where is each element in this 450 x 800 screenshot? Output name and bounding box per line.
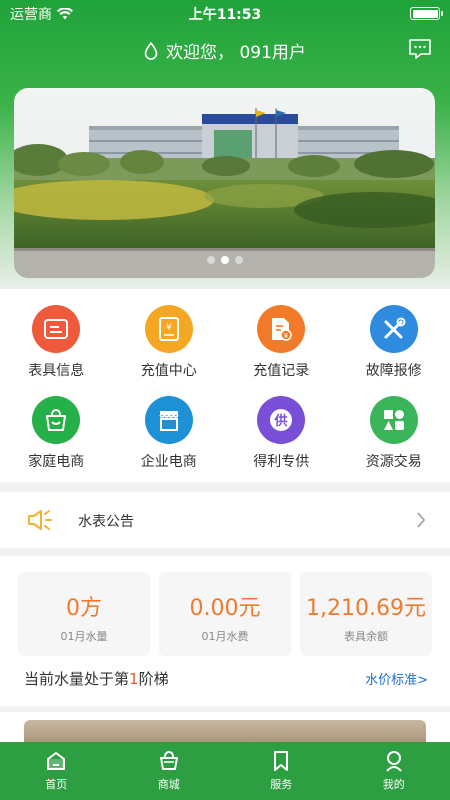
- svg-text:¥: ¥: [166, 323, 172, 333]
- carousel-dot[interactable]: [234, 256, 243, 264]
- tab-label: 服务: [270, 778, 293, 791]
- grid-item-meter-info[interactable]: 表具信息: [0, 305, 113, 380]
- svg-text:供: 供: [274, 413, 288, 429]
- meter-info-icon: [32, 305, 81, 353]
- grid-label: 故障报修: [365, 363, 422, 379]
- bookmark-icon: [274, 751, 289, 771]
- grid-item-resource-trade[interactable]: 资源交易: [338, 396, 450, 471]
- grid-item-special-supply[interactable]: 供 得利专供: [225, 396, 338, 471]
- water-price-standard-link[interactable]: 水价标准>: [365, 669, 428, 688]
- banner-image: [14, 88, 435, 278]
- recharge-center-icon: ¥: [144, 305, 193, 353]
- stat-value: 1,210.69元: [306, 596, 426, 621]
- tab-label: 商城: [157, 778, 180, 791]
- tier-number: 1: [129, 670, 139, 688]
- enterprise-shop-icon: [144, 396, 193, 444]
- tab-label: 首页: [45, 778, 68, 791]
- svg-text:¥: ¥: [284, 332, 289, 340]
- notice-bar[interactable]: 水表公告: [0, 492, 450, 548]
- grid-item-recharge-center[interactable]: ¥ 充值中心: [113, 305, 226, 380]
- tab-label: 我的: [382, 778, 405, 791]
- clock: 上午11:53: [188, 7, 262, 23]
- welcome-text: 欢迎您， 091用户: [166, 43, 306, 63]
- resource-trade-icon: [369, 396, 418, 444]
- grid-label: 表具信息: [28, 363, 85, 379]
- battery-icon: [410, 7, 443, 20]
- stat-value: 0方: [66, 596, 102, 621]
- grid-item-home-shopping[interactable]: 家庭电商: [0, 396, 113, 471]
- grid-item-repair[interactable]: 故障报修: [338, 305, 450, 380]
- carousel-indicator: [14, 256, 435, 264]
- stat-label: 表具余额: [344, 630, 388, 643]
- tier-status: 当前水量处于第1阶梯: [24, 668, 169, 689]
- tab-bar: 首页 商城 服务 我的: [0, 742, 450, 800]
- tab-service[interactable]: 服务: [225, 742, 338, 800]
- banner-carousel[interactable]: [14, 88, 435, 278]
- tier-prefix: 当前水量处于第: [24, 670, 130, 688]
- tab-mall[interactable]: 商城: [113, 742, 226, 800]
- carousel-dot[interactable]: [206, 256, 215, 264]
- grid-label: 充值中心: [140, 363, 197, 379]
- grid-item-enterprise-shop[interactable]: 企业电商: [113, 396, 226, 471]
- home-icon: [47, 752, 66, 770]
- tier-suffix: 阶梯: [138, 670, 169, 688]
- chevron-right-icon: [417, 512, 426, 528]
- grid-label: 资源交易: [365, 454, 422, 470]
- stat-value: 0.00元: [189, 596, 261, 621]
- grid-label: 家庭电商: [28, 454, 85, 470]
- grid-label: 得利专供: [253, 454, 310, 470]
- water-stats-card: 0方 01月水量 0.00元 01月水费 1,210.69元 表具余额 当前水量…: [0, 556, 450, 706]
- stat-label: 01月水费: [201, 630, 249, 643]
- welcome-bar: 欢迎您， 091用户: [0, 38, 450, 63]
- grid-item-recharge-record[interactable]: ¥ 充值记录: [225, 305, 338, 380]
- grid-label: 企业电商: [140, 454, 197, 470]
- basket-icon: [159, 751, 178, 770]
- recharge-record-icon: ¥: [257, 305, 306, 353]
- carousel-dot-active[interactable]: [220, 256, 229, 264]
- stat-water-fee[interactable]: 0.00元 01月水费: [159, 572, 291, 656]
- speaker-icon: [28, 510, 52, 530]
- special-supply-icon: 供: [257, 396, 306, 444]
- stat-meter-balance[interactable]: 1,210.69元 表具余额: [300, 572, 432, 656]
- water-drop-icon: [144, 41, 158, 60]
- notice-title: 水表公告: [78, 514, 134, 530]
- stat-label: 01月水量: [60, 630, 108, 643]
- feature-grid: 表具信息 ¥ 充值中心 ¥ 充值记录 故障报修 家庭电商 企业电商 供 得利专供…: [0, 289, 450, 482]
- user-icon: [385, 751, 402, 772]
- tab-home[interactable]: 首页: [0, 742, 113, 800]
- tab-mine[interactable]: 我的: [338, 742, 450, 800]
- repair-icon: [369, 305, 418, 353]
- message-icon[interactable]: [408, 38, 432, 60]
- status-bar: 运营商 上午11:53: [0, 0, 450, 26]
- home-shopping-icon: [32, 396, 81, 444]
- grid-label: 充值记录: [253, 363, 310, 379]
- stat-water-volume[interactable]: 0方 01月水量: [18, 572, 150, 656]
